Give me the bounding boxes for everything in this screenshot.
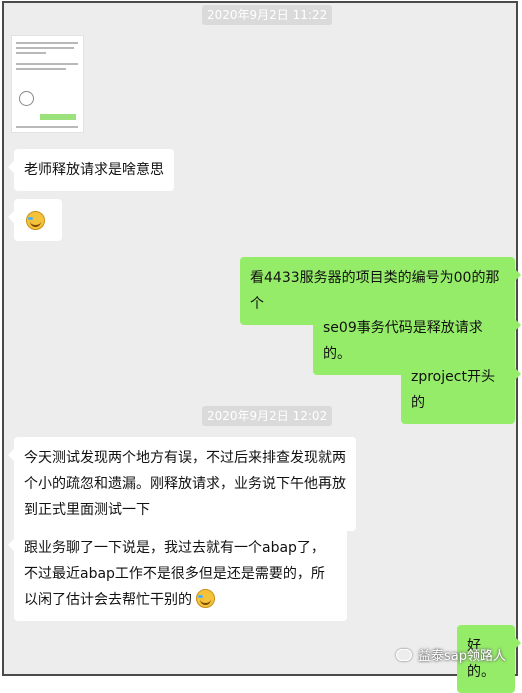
shared-screenshot-thumbnail[interactable]: [11, 35, 84, 133]
message-incoming[interactable]: 今天测试发现两个地方有误，不过后来排查发现就两个小的疏忽和遗漏。刚释放请求，业务…: [8, 437, 356, 531]
message-text: zproject开头的: [411, 369, 495, 411]
message-text: 老师释放请求是啥意思: [24, 162, 164, 178]
message-outgoing[interactable]: zproject开头的: [401, 356, 521, 424]
watermark-text: 益泰sap领路人: [418, 649, 506, 664]
message-text: 跟业务聊了一下说是，我过去就有一个abap了，不过最近abap工作不是很多但是还…: [24, 540, 325, 608]
timestamp: 2020年9月2日 11:22: [202, 5, 333, 25]
timestamp: 2020年9月2日 12:02: [202, 406, 333, 426]
message-incoming[interactable]: 跟业务聊了一下说是，我过去就有一个abap了，不过最近abap工作不是很多但是还…: [8, 527, 347, 621]
watermark: 益泰sap领路人: [396, 645, 506, 664]
wechat-official-account-icon: [396, 649, 412, 661]
chat-window: 2020年9月2日 11:22 老师释放请求是啥意思 看4433服务器的项目类的…: [2, 1, 521, 693]
sticker-icon: [19, 91, 34, 106]
message-text: 看4433服务器的项目类的编号为00的那个: [250, 270, 500, 312]
message-text: 今天测试发现两个地方有误，不过后来排查发现就两个小的疏忽和遗漏。刚释放请求，业务…: [24, 450, 346, 518]
message-incoming[interactable]: 老师释放请求是啥意思: [8, 149, 174, 191]
tears-of-joy-emoji-icon: [196, 589, 216, 608]
message-incoming-emoji[interactable]: [8, 199, 62, 241]
tears-of-joy-emoji-icon: [26, 211, 45, 230]
